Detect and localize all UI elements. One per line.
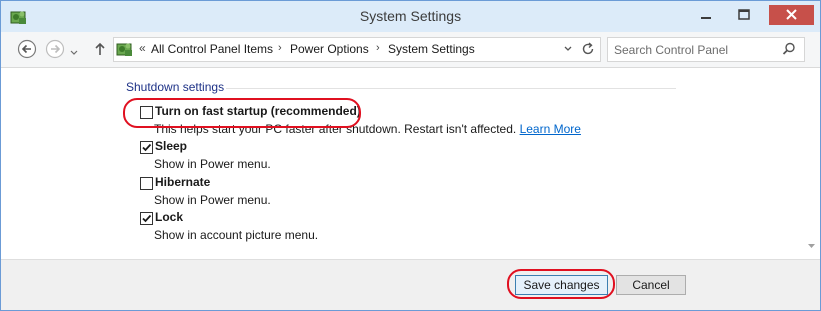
- fast-startup-description: This helps start your PC faster after sh…: [154, 122, 581, 136]
- fast-startup-label[interactable]: Turn on fast startup (recommended): [155, 104, 361, 118]
- search-input[interactable]: [612, 40, 776, 60]
- close-button[interactable]: [769, 5, 814, 25]
- breadcrumb-separator[interactable]: ›: [376, 42, 380, 54]
- search-box[interactable]: [607, 37, 805, 62]
- sleep-description: Show in Power menu.: [154, 157, 271, 171]
- close-icon: [786, 9, 797, 20]
- vertical-scrollbar[interactable]: [803, 68, 820, 259]
- lock-checkbox[interactable]: [140, 212, 153, 225]
- lock-description: Show in account picture menu.: [154, 228, 319, 242]
- breadcrumb-all-control-panel-items[interactable]: All Control Panel Items: [151, 42, 273, 56]
- breadcrumb-power-options[interactable]: Power Options: [290, 42, 369, 56]
- checkmark-icon: [142, 143, 152, 152]
- navigation-bar: « All Control Panel Items › Power Option…: [1, 32, 820, 68]
- fast-startup-checkbox[interactable]: [140, 106, 153, 119]
- up-arrow-icon[interactable]: [93, 40, 107, 58]
- control-panel-icon: [116, 40, 134, 58]
- search-icon[interactable]: [782, 42, 796, 56]
- recent-locations-chevron-down-icon[interactable]: [69, 46, 79, 55]
- hibernate-checkbox[interactable]: [140, 177, 153, 190]
- cancel-button[interactable]: Cancel: [616, 275, 686, 295]
- learn-more-link[interactable]: Learn More: [520, 122, 581, 136]
- system-settings-window: System Settings « All Control Panel Item…: [0, 0, 821, 311]
- address-history-chevron-down-icon[interactable]: [562, 42, 574, 56]
- lock-label[interactable]: Lock: [155, 210, 183, 224]
- forward-arrow-icon[interactable]: [45, 39, 65, 59]
- maximize-button[interactable]: [731, 5, 757, 25]
- hibernate-description: Show in Power menu.: [154, 193, 271, 207]
- title-bar[interactable]: System Settings: [1, 1, 820, 32]
- save-changes-button[interactable]: Save changes: [515, 275, 608, 295]
- section-divider: [226, 88, 676, 89]
- address-bar[interactable]: « All Control Panel Items › Power Option…: [113, 37, 601, 62]
- sleep-label[interactable]: Sleep: [155, 139, 187, 153]
- section-heading: Shutdown settings: [126, 80, 225, 94]
- scroll-down-arrow-icon[interactable]: [807, 242, 816, 250]
- breadcrumb-system-settings[interactable]: System Settings: [388, 42, 475, 56]
- dialog-footer: Save changes Cancel: [1, 259, 820, 310]
- settings-content: Shutdown settings Turn on fast startup (…: [1, 68, 820, 259]
- refresh-icon[interactable]: [580, 41, 596, 57]
- address-overflow-chevron[interactable]: «: [139, 41, 146, 55]
- minimize-button[interactable]: [693, 5, 719, 25]
- checkmark-icon: [142, 214, 152, 223]
- sleep-checkbox[interactable]: [140, 141, 153, 154]
- breadcrumb-separator[interactable]: ›: [278, 42, 282, 54]
- hibernate-label[interactable]: Hibernate: [155, 175, 210, 189]
- back-arrow-icon[interactable]: [17, 39, 37, 59]
